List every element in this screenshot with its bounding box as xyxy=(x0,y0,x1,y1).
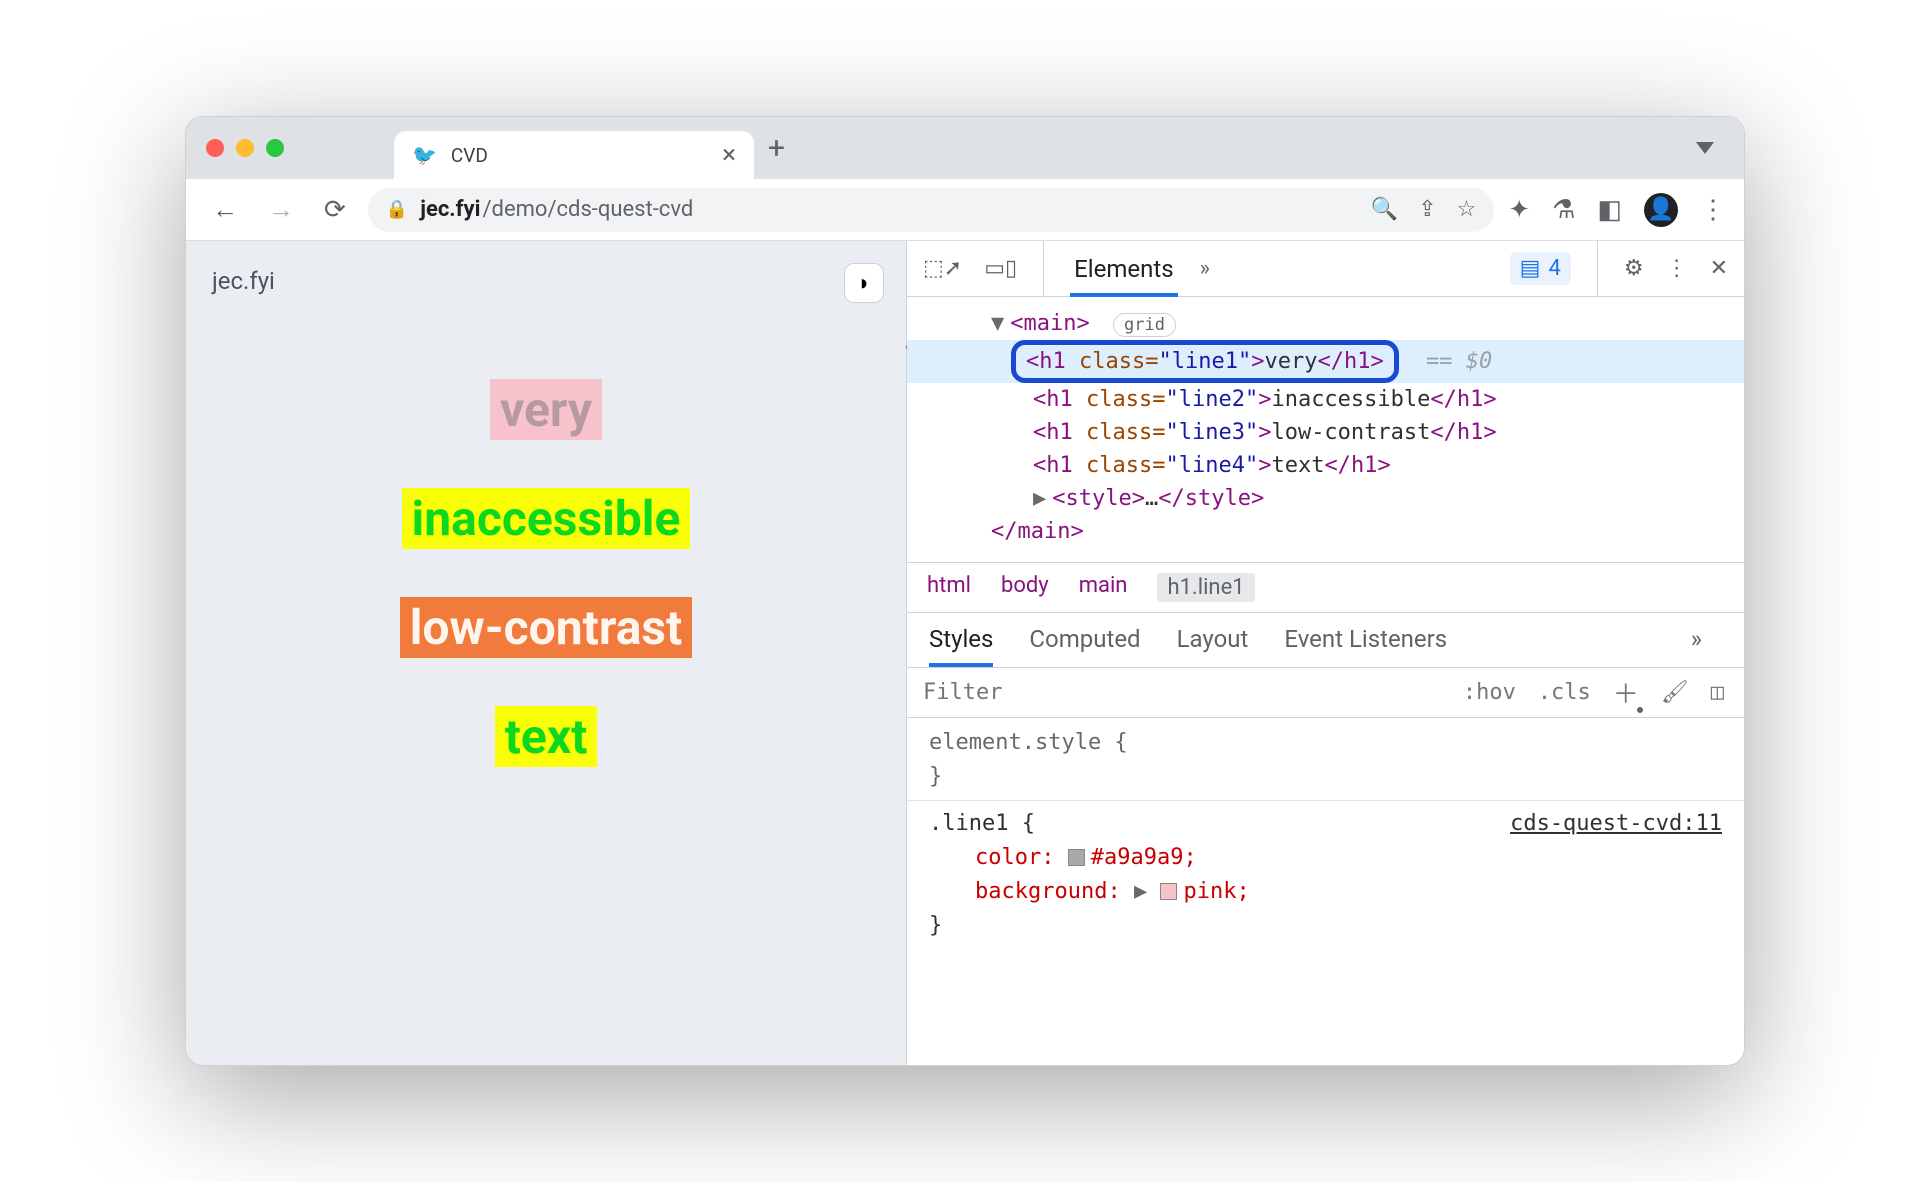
address-bar[interactable]: 🔒 jec.fyi /demo/cds-quest-cvd 🔍 ⇪ ☆ xyxy=(368,188,1495,232)
dom-node-style[interactable]: ▶<style>…</style> xyxy=(929,482,1744,515)
computed-sidebar-icon[interactable]: ◫ xyxy=(1711,680,1724,705)
subtab-layout[interactable]: Layout xyxy=(1177,625,1249,667)
issues-count: 4 xyxy=(1548,256,1560,281)
page-content: very inaccessible low-contrast text xyxy=(400,379,693,767)
grid-badge[interactable]: grid xyxy=(1113,313,1176,337)
rule-source-link[interactable]: cds-quest-cvd:11 xyxy=(1510,807,1722,841)
dom-node-main[interactable]: ▼<main> grid xyxy=(929,307,1744,340)
bookmark-icon[interactable]: ☆ xyxy=(1457,197,1477,222)
browser-tab[interactable]: 🐦 CVD × xyxy=(394,131,754,179)
minimize-window-button[interactable] xyxy=(236,139,254,157)
tab-elements[interactable]: Elements xyxy=(1070,255,1177,297)
title-bar: 🐦 CVD × + xyxy=(186,117,1744,179)
menu-icon[interactable]: ⋮ xyxy=(1700,195,1726,225)
new-style-rule-button[interactable]: ＋ xyxy=(1613,674,1639,711)
zoom-window-button[interactable] xyxy=(266,139,284,157)
toolbar: ← → ⟳ 🔒 jec.fyi /demo/cds-quest-cvd 🔍 ⇪ … xyxy=(186,179,1744,241)
crumb-selected[interactable]: h1.line1 xyxy=(1157,573,1254,602)
zoom-icon[interactable]: 🔍 xyxy=(1371,197,1398,222)
rule-close-brace: } xyxy=(929,760,1722,794)
subtabs-overflow-icon[interactable]: » xyxy=(1691,625,1722,667)
forward-button[interactable]: → xyxy=(260,188,302,231)
url-path: /demo/cds-quest-cvd xyxy=(482,197,693,222)
styles-rules[interactable]: element.style { } cds-quest-cvd:11 .line… xyxy=(907,718,1744,960)
inspect-icon[interactable]: ⬚➚ xyxy=(923,256,962,281)
crumb-html[interactable]: html xyxy=(927,573,971,602)
heading-line4: text xyxy=(495,706,598,767)
dom-node-main-close[interactable]: </main> xyxy=(929,515,1744,548)
selected-node-ref: == $0 xyxy=(1426,349,1492,374)
reload-button[interactable]: ⟳ xyxy=(316,189,354,231)
extension-icons: ✦ ⚗ ◧ 👤 ⋮ xyxy=(1508,193,1726,227)
devtools-panel: ⬚➚ ▭▯ Elements » ▤ 4 ⚙ ⋮ ✕ ⋯ ▼<main> xyxy=(906,241,1744,1065)
color-swatch-icon[interactable] xyxy=(1068,849,1085,866)
back-button[interactable]: ← xyxy=(204,188,246,231)
content-area: jec.fyi ◗ very inaccessible low-contrast… xyxy=(186,241,1744,1065)
dom-breadcrumbs: html body main h1.line1 xyxy=(907,563,1744,613)
subtab-eventlisteners[interactable]: Event Listeners xyxy=(1284,625,1447,667)
page-origin-label: jec.fyi xyxy=(212,267,275,295)
chat-icon: ▤ xyxy=(1520,256,1541,281)
devtools-toolbar: ⬚➚ ▭▯ Elements » ▤ 4 ⚙ ⋮ ✕ xyxy=(907,241,1744,297)
lock-icon: 🔒 xyxy=(386,199,408,220)
settings-icon[interactable]: ⚙ xyxy=(1624,256,1644,281)
labs-icon[interactable]: ⚗ xyxy=(1552,195,1575,225)
dom-node-line2[interactable]: <h1 class="line2">inaccessible</h1> xyxy=(929,383,1744,416)
styles-filter-bar: :hov .cls ＋ 🖌 ◫ xyxy=(907,668,1744,718)
crumb-main[interactable]: main xyxy=(1079,573,1128,602)
devtools-close-icon[interactable]: ✕ xyxy=(1710,256,1728,281)
theme-toggle-button[interactable]: ◗ xyxy=(844,263,884,303)
dom-node-line3[interactable]: <h1 class="line3">low-contrast</h1> xyxy=(929,416,1744,449)
browser-window: 🐦 CVD × + ← → ⟳ 🔒 jec.fyi /demo/cds-ques… xyxy=(185,116,1745,1066)
new-tab-button[interactable]: + xyxy=(768,131,785,166)
styles-filter-input[interactable] xyxy=(907,668,1443,717)
styles-subtabs: Styles Computed Layout Event Listeners » xyxy=(907,613,1744,668)
paint-icon[interactable]: 🖌 xyxy=(1661,680,1689,705)
rule-selector[interactable]: .line1 { xyxy=(929,811,1035,836)
dom-node-line1-selected[interactable]: <h1 class="line1">very</h1> == $0 xyxy=(907,340,1744,383)
heading-line3: low-contrast xyxy=(400,597,693,658)
heading-line1: very xyxy=(490,379,602,440)
subtab-styles[interactable]: Styles xyxy=(929,625,993,667)
elements-tree[interactable]: ⋯ ▼<main> grid <h1 class="line1">very</h… xyxy=(907,297,1744,563)
issues-badge[interactable]: ▤ 4 xyxy=(1510,252,1571,285)
tab-title: CVD xyxy=(451,144,488,167)
sidepanel-icon[interactable]: ◧ xyxy=(1597,195,1622,225)
hov-toggle[interactable]: :hov xyxy=(1463,680,1516,705)
window-controls xyxy=(206,139,284,157)
rule-element-style[interactable]: element.style { xyxy=(929,726,1722,760)
close-window-button[interactable] xyxy=(206,139,224,157)
crumb-body[interactable]: body xyxy=(1001,573,1049,602)
close-tab-icon[interactable]: × xyxy=(722,140,736,170)
devtools-menu-icon[interactable]: ⋮ xyxy=(1666,256,1688,281)
tabs-overflow-icon[interactable]: » xyxy=(1200,256,1210,281)
tab-favicon: 🐦 xyxy=(412,143,437,167)
decl-background[interactable]: background: ▶ pink; xyxy=(929,875,1722,909)
rule-close-brace: } xyxy=(929,909,1722,943)
decl-color[interactable]: color: #a9a9a9; xyxy=(929,841,1722,875)
subtab-computed[interactable]: Computed xyxy=(1029,625,1140,667)
moon-icon: ◗ xyxy=(857,270,870,296)
dom-node-line4[interactable]: <h1 class="line4">text</h1> xyxy=(929,449,1744,482)
cls-toggle[interactable]: .cls xyxy=(1538,680,1591,705)
url-host: jec.fyi xyxy=(420,197,480,222)
device-toggle-icon[interactable]: ▭▯ xyxy=(984,256,1017,281)
profile-avatar[interactable]: 👤 xyxy=(1644,193,1678,227)
page-viewport: jec.fyi ◗ very inaccessible low-contrast… xyxy=(186,241,906,1065)
color-swatch-icon[interactable] xyxy=(1160,883,1177,900)
share-icon[interactable]: ⇪ xyxy=(1418,197,1436,222)
extensions-icon[interactable]: ✦ xyxy=(1508,195,1530,225)
tab-overflow-icon[interactable] xyxy=(1696,142,1714,154)
heading-line2: inaccessible xyxy=(402,488,691,549)
